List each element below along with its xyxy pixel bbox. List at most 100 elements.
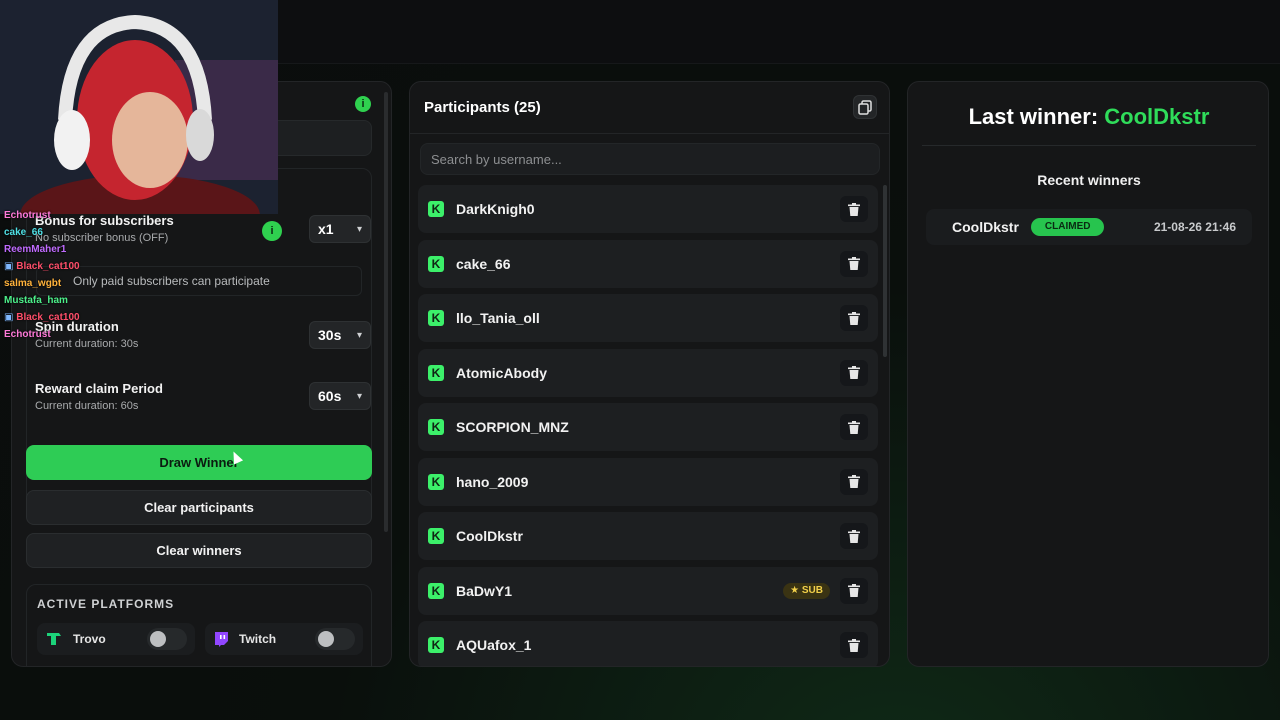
info-icon[interactable]: i [355, 96, 371, 112]
twitch-toggle[interactable] [315, 628, 355, 650]
participant-row[interactable]: K AQUafox_1 [418, 621, 878, 666]
trash-icon [848, 638, 860, 652]
chevron-down-icon: ▾ [356, 329, 362, 341]
kick-icon: K [428, 582, 444, 599]
trash-icon [848, 420, 860, 434]
chat-message: salma_wgbt [4, 278, 264, 295]
draw-winner-button[interactable]: Draw Winner [26, 445, 372, 480]
chat-message: ▣ Black_cat100 [4, 312, 264, 329]
chat-username: Mustafa_ham [4, 295, 68, 306]
trash-icon [848, 257, 860, 270]
streamer-webcam-image [0, 0, 278, 214]
participant-row[interactable]: K llo_Tania_oll [418, 294, 878, 342]
participant-name: BaDwY1 [456, 582, 513, 599]
platform-twitch[interactable]: Twitch [205, 623, 363, 655]
search-input[interactable] [420, 143, 880, 175]
spin-value: 30s [318, 327, 342, 343]
chat-username: Echotrust [4, 210, 51, 221]
twitch-icon [215, 632, 228, 647]
reward-value: 60s [318, 388, 342, 404]
participant-name: AtomicAbody [456, 364, 547, 381]
platform-trovo[interactable]: Trovo [37, 623, 195, 655]
clear-winners-button[interactable]: Clear winners [26, 533, 372, 568]
badge-icon: ▣ [4, 312, 14, 323]
kick-icon: K [428, 419, 444, 435]
reward-select[interactable]: 60s ▾ [309, 382, 371, 410]
webcam-overlay [0, 0, 278, 214]
trash-icon [848, 311, 860, 325]
participant-name: CoolDkstr [456, 528, 523, 544]
delete-button[interactable] [840, 305, 868, 331]
recent-winner-row: CoolDkstr CLAIMED 21-08-26 21:46 [926, 209, 1252, 245]
clear-participants-button[interactable]: Clear participants [26, 490, 372, 525]
participant-name: SCORPION_MNZ [456, 419, 569, 435]
chat-username: ReemMaher1 [4, 244, 67, 255]
participants-title: Participants (25) [424, 99, 541, 116]
participant-row[interactable]: K SCORPION_MNZ [418, 403, 878, 451]
delete-button[interactable] [840, 523, 868, 549]
platform-label: Trovo [73, 632, 106, 646]
scrollbar[interactable] [883, 185, 887, 357]
star-icon: ★ [790, 584, 800, 596]
participant-row[interactable]: K AtomicAbody [418, 348, 878, 397]
delete-button[interactable] [840, 250, 868, 277]
delete-button[interactable] [840, 359, 868, 386]
kick-icon: K [428, 364, 444, 381]
trash-icon [848, 366, 860, 379]
trash-icon [848, 475, 860, 488]
bonus-value: x1 [318, 221, 334, 237]
kick-icon: K [428, 637, 444, 653]
chat-overlay: Echotrust cake_66 ReemMaher1 ▣ Black_cat… [4, 210, 264, 346]
sub-badge: ★ SUB [783, 582, 830, 599]
chevron-down-icon: ▾ [356, 223, 362, 235]
copy-button[interactable] [853, 95, 877, 119]
platforms-title: ACTIVE PLATFORMS [37, 597, 175, 611]
delete-button[interactable] [840, 577, 868, 604]
last-winner-name: CoolDkstr [1104, 104, 1210, 129]
chat-username: Echotrust [4, 329, 51, 340]
divider [922, 145, 1256, 146]
chat-username: salma_wgbt [4, 278, 62, 289]
delete-button[interactable] [840, 468, 868, 495]
chat-username: Black_cat100 [16, 261, 80, 272]
participant-row[interactable]: K hano_2009 [418, 457, 878, 506]
recent-winners-title: Recent winners [1037, 172, 1141, 188]
delete-button[interactable] [840, 196, 868, 222]
kick-icon: K [428, 255, 444, 272]
platform-label: Twitch [239, 632, 277, 646]
copy-icon [858, 100, 872, 115]
trovo-toggle[interactable] [147, 628, 187, 650]
chat-message: Echotrust [4, 210, 264, 227]
participants-panel: Participants (25) K DarkKnigh0 K cake_66… [409, 81, 890, 667]
spin-select[interactable]: 30s ▾ [309, 321, 371, 349]
bonus-info-icon[interactable]: i [262, 221, 282, 241]
participant-name: llo_Tania_oll [456, 310, 540, 326]
delete-button[interactable] [840, 632, 868, 658]
last-winner-label: Last winner: [968, 104, 1099, 129]
participant-name: cake_66 [456, 255, 511, 272]
winner-name: CoolDkstr [952, 219, 1019, 235]
badge-icon: ▣ [4, 261, 14, 272]
scrollbar[interactable] [384, 92, 388, 532]
trash-icon [848, 202, 860, 216]
participant-row[interactable]: K CoolDkstr [418, 512, 878, 560]
chat-message: Mustafa_ham [4, 295, 264, 312]
participant-row[interactable]: K DarkKnigh0 [418, 185, 878, 233]
participant-row[interactable]: K cake_66 [418, 239, 878, 288]
kick-icon: K [428, 310, 444, 326]
trash-icon [848, 584, 860, 597]
sub-badge-label: SUB [801, 584, 823, 596]
participant-row[interactable]: K BaDwY1 ★ SUB [418, 566, 878, 615]
chat-message: ▣ Black_cat100 [4, 261, 264, 278]
status-badge: CLAIMED [1030, 218, 1105, 236]
participant-name: AQUafox_1 [456, 637, 532, 653]
participant-name: DarkKnigh0 [456, 201, 535, 217]
trovo-icon [47, 633, 61, 645]
last-winner-heading: Last winner: CoolDkstr [908, 104, 1268, 130]
participants-list: K DarkKnigh0 K cake_66 K llo_Tania_oll K… [418, 185, 878, 666]
kick-icon: K [428, 201, 444, 217]
participants-header: Participants (25) [410, 82, 889, 134]
chevron-down-icon: ▾ [356, 390, 362, 402]
bonus-select[interactable]: x1 ▾ [309, 215, 371, 243]
delete-button[interactable] [840, 414, 868, 440]
